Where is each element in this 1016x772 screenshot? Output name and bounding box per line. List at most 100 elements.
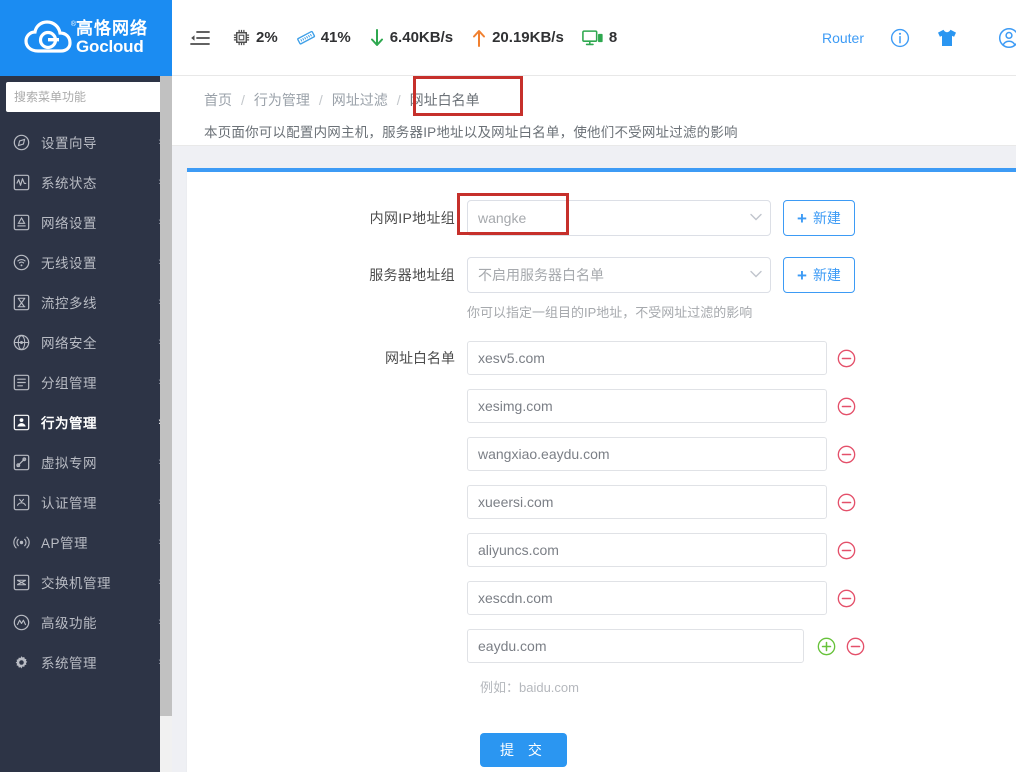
whitelist-input[interactable] (467, 341, 827, 375)
sidebar-item-label: 高级功能 (41, 612, 158, 632)
sidebar-search[interactable] (6, 82, 166, 112)
server-group-value: 不启用服务器白名单 (478, 265, 750, 285)
intranet-group-row: 内网IP地址组 wangke + 新建 (187, 200, 1016, 236)
whitelist-form-card: 内网IP地址组 wangke + 新建 服务器地址组 不启用服务器白名单 (187, 168, 1016, 772)
scrollbar-thumb[interactable] (160, 76, 172, 716)
whitelist-input[interactable] (467, 437, 827, 471)
sidebar-item-network-settings[interactable]: 网络设置 › (0, 202, 172, 242)
sidebar-item-system-management[interactable]: 系统管理 › (0, 642, 172, 682)
breadcrumb-item-home[interactable]: 首页 (204, 90, 232, 110)
sidebar-item-label: 系统管理 (41, 652, 158, 672)
whitelist-input[interactable] (467, 485, 827, 519)
sidebar-item-setup-wizard[interactable]: 设置向导 › (0, 122, 172, 162)
sidebar-item-system-status[interactable]: 系统状态 › (0, 162, 172, 202)
sidebar-item-label: 流控多线 (41, 292, 158, 312)
content-area: 内网IP地址组 wangke + 新建 服务器地址组 不启用服务器白名单 (172, 146, 1016, 772)
sidebar-scrollbar[interactable] (160, 76, 172, 772)
behavior-icon (13, 414, 35, 431)
sidebar-item-ap-management[interactable]: AP管理 › (0, 522, 172, 562)
tshirt-theme-icon[interactable] (936, 28, 958, 48)
breadcrumb-item-url-filter[interactable]: 网址过滤 (332, 90, 388, 110)
flow-control-icon (13, 294, 35, 311)
brand-logo[interactable]: ® 高恪网络 Gocloud (0, 0, 172, 76)
sidebar-item-vpn[interactable]: 虚拟专网 › (0, 442, 172, 482)
ap-icon (13, 534, 35, 551)
stat-devices: 8 (582, 29, 617, 47)
sidebar-item-label: 系统状态 (41, 172, 158, 192)
monitor-devices-icon (582, 29, 604, 47)
whitelist-row (187, 581, 1016, 615)
registered-mark: ® (71, 21, 76, 28)
whitelist-row (187, 389, 1016, 423)
sidebar-item-wireless-settings[interactable]: 无线设置 › (0, 242, 172, 282)
sidebar-item-label: 虚拟专网 (41, 452, 158, 472)
server-group-row: 服务器地址组 不启用服务器白名单 + 新建 (187, 257, 1016, 293)
sidebar-item-network-security[interactable]: 网络安全 › (0, 322, 172, 362)
collapse-menu-icon[interactable] (186, 24, 214, 52)
breadcrumb-item-behavior[interactable]: 行为管理 (254, 90, 310, 110)
minus-circle-icon[interactable] (837, 397, 856, 416)
sidebar-item-group-management[interactable]: 分组管理 › (0, 362, 172, 402)
auth-icon (13, 494, 35, 511)
group-list-icon (13, 374, 35, 391)
user-account-icon[interactable] (998, 27, 1016, 49)
sidebar-item-label: 认证管理 (41, 492, 158, 512)
brand-name-cn: 高恪网络 (76, 20, 148, 38)
stat-upload: 20.19KB/s (471, 28, 564, 48)
shield-globe-icon (13, 334, 35, 351)
gocloud-cloud-icon: ® (24, 19, 72, 57)
intranet-group-select[interactable]: wangke (467, 200, 771, 236)
sidebar-item-auth-management[interactable]: 认证管理 › (0, 482, 172, 522)
download-arrow-icon (369, 28, 385, 48)
intranet-group-new-button[interactable]: + 新建 (783, 200, 855, 236)
breadcrumb-separator: / (319, 92, 323, 108)
sidebar-item-label: 行为管理 (41, 412, 158, 432)
stat-cpu: 2% (232, 28, 278, 47)
devices-value: 8 (609, 29, 617, 46)
search-input[interactable] (6, 82, 166, 112)
upload-arrow-icon (471, 28, 487, 48)
whitelist-input[interactable] (467, 389, 827, 423)
whitelist-row: 网址白名单 (187, 341, 1016, 375)
cpu-value: 2% (256, 29, 278, 46)
sidebar-item-flow-control[interactable]: 流控多线 › (0, 282, 172, 322)
whitelist-input[interactable] (467, 581, 827, 615)
minus-circle-icon[interactable] (837, 589, 856, 608)
router-link[interactable]: Router (822, 30, 864, 46)
memory-value: 41% (321, 29, 351, 46)
whitelist-label: 网址白名单 (187, 348, 467, 368)
chevron-down-icon (750, 212, 762, 224)
server-group-select[interactable]: 不启用服务器白名单 (467, 257, 771, 293)
minus-circle-icon[interactable] (837, 541, 856, 560)
compass-icon (13, 134, 35, 151)
page-description: 本页面你可以配置内网主机，服务器IP地址以及网址白名单，使他们不受网址过滤的影响 (204, 121, 1016, 141)
submit-button[interactable]: 提 交 (480, 733, 567, 767)
minus-circle-icon[interactable] (837, 349, 856, 368)
breadcrumb-item-url-whitelist: 网址白名单 (410, 90, 480, 110)
breadcrumb-separator: / (397, 92, 401, 108)
sidebar-menu: 设置向导 › 系统状态 › 网络设置 › 无线设置 › (0, 120, 172, 682)
sidebar-item-advanced-functions[interactable]: 高级功能 › (0, 602, 172, 642)
advanced-icon (13, 614, 35, 631)
plus-circle-icon[interactable] (817, 637, 836, 656)
minus-circle-icon[interactable] (837, 445, 856, 464)
top-bar: 2% 41% 6.40KB/s (172, 0, 1016, 76)
info-icon[interactable] (890, 28, 910, 48)
minus-circle-icon[interactable] (837, 493, 856, 512)
server-group-new-button[interactable]: + 新建 (783, 257, 855, 293)
sidebar-item-label: 无线设置 (41, 252, 158, 272)
monitor-wave-icon (13, 174, 35, 191)
plus-sign: + (797, 210, 807, 227)
whitelist-input[interactable] (467, 533, 827, 567)
whitelist-row-last (187, 629, 1016, 663)
submit-row: 提 交 (480, 733, 1016, 767)
sidebar-item-switch-management[interactable]: 交换机管理 › (0, 562, 172, 602)
whitelist-input[interactable] (467, 629, 804, 663)
sidebar-item-behavior-management[interactable]: 行为管理 › (0, 402, 172, 442)
network-icon (13, 214, 35, 231)
cpu-icon (232, 28, 251, 47)
wifi-icon (13, 254, 35, 271)
minus-circle-icon[interactable] (846, 637, 865, 656)
intranet-group-value: wangke (478, 210, 750, 226)
breadcrumb: 首页 / 行为管理 / 网址过滤 / 网址白名单 (204, 90, 1016, 110)
